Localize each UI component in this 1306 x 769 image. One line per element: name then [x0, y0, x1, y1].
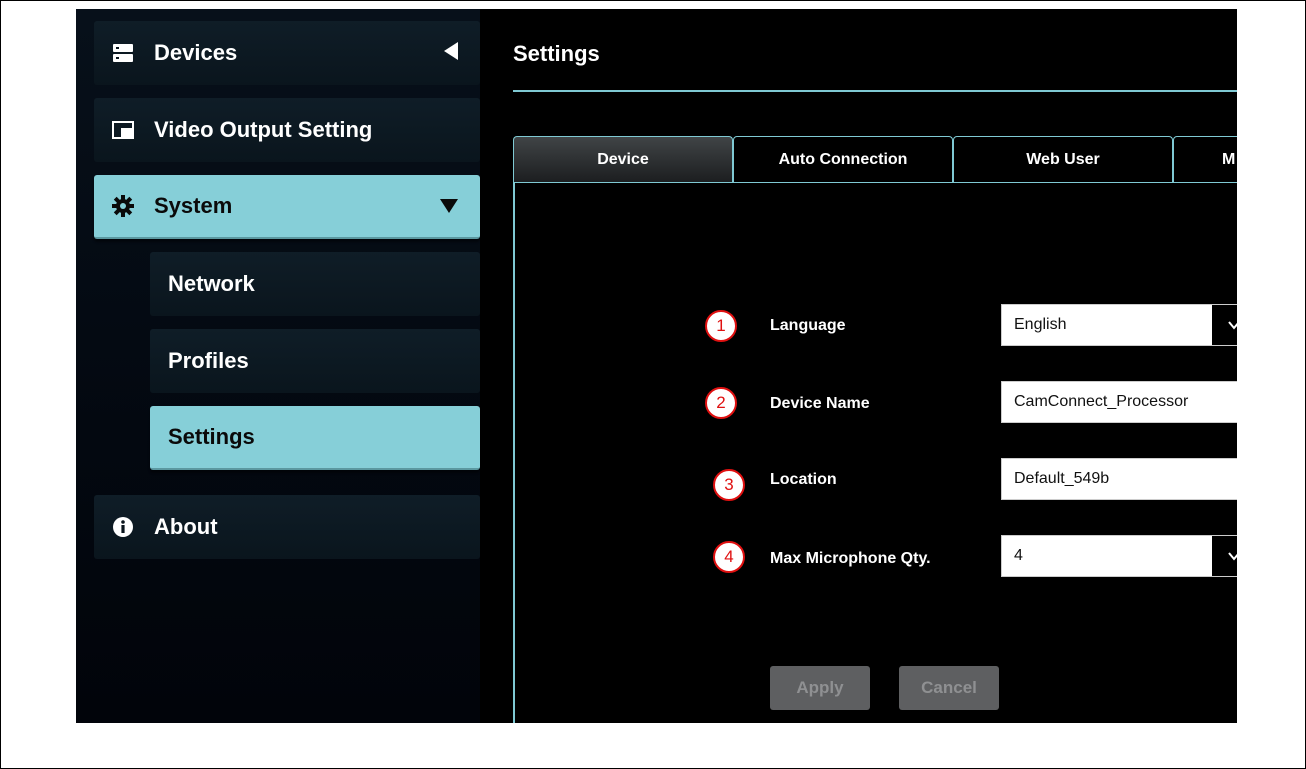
annotation-marker-1: 1 — [705, 310, 737, 342]
sidebar-item-profiles[interactable]: Profiles — [150, 329, 480, 393]
screenshot-frame: Devices Video Output Setting System Netw… — [0, 0, 1306, 769]
max-microphone-qty-select[interactable]: 4 — [1001, 535, 1237, 577]
tab-device[interactable]: Device — [513, 136, 733, 182]
sidebar-item-label: System — [154, 193, 233, 218]
sidebar-item-label: Settings — [168, 424, 255, 449]
gear-icon — [112, 195, 134, 217]
location-input[interactable]: Default_549b — [1001, 458, 1237, 500]
page-title: Settings — [513, 41, 600, 66]
annotation-marker-3: 3 — [713, 469, 745, 501]
caret-down-icon — [440, 193, 458, 219]
language-select[interactable]: English — [1001, 304, 1237, 346]
caret-left-icon — [444, 40, 458, 66]
sidebar-item-settings[interactable]: Settings — [150, 406, 480, 470]
app-window: Devices Video Output Setting System Netw… — [76, 9, 1237, 723]
sidebar-item-network[interactable]: Network — [150, 252, 480, 316]
main-content: Settings Device Auto Connection Web User… — [480, 9, 1237, 723]
device-name-label: Device Name — [770, 395, 870, 412]
info-icon — [112, 516, 134, 538]
annotation-marker-4: 4 — [713, 541, 745, 573]
language-label: Language — [770, 317, 846, 334]
sidebar-item-video-output-setting[interactable]: Video Output Setting — [94, 98, 480, 162]
tab-auto-connection[interactable]: Auto Connection — [733, 136, 953, 182]
tab-bar: Device Auto Connection Web User M — [513, 136, 1237, 182]
title-divider — [513, 90, 1237, 92]
sidebar-item-label: About — [154, 514, 218, 539]
apply-button[interactable]: Apply — [770, 666, 870, 710]
location-label: Location — [770, 471, 837, 488]
sidebar: Devices Video Output Setting System Netw… — [76, 9, 480, 723]
max-microphone-qty-label: Max Microphone Qty. — [770, 550, 931, 567]
server-icon — [112, 42, 134, 64]
annotation-marker-2: 2 — [705, 387, 737, 419]
sidebar-item-label: Video Output Setting — [154, 117, 373, 142]
chevron-down-icon[interactable] — [1212, 305, 1237, 345]
cancel-button[interactable]: Cancel — [899, 666, 999, 710]
picture-in-picture-icon — [112, 119, 134, 141]
sidebar-item-about[interactable]: About — [94, 495, 480, 559]
sidebar-item-label: Devices — [154, 40, 238, 65]
sidebar-item-label: Profiles — [168, 348, 249, 373]
device-name-input[interactable]: CamConnect_Processor — [1001, 381, 1237, 423]
device-settings-panel — [513, 182, 1237, 723]
tab-web-user[interactable]: Web User — [953, 136, 1173, 182]
tab-m[interactable]: M — [1173, 136, 1237, 182]
chevron-down-icon[interactable] — [1212, 536, 1237, 576]
sidebar-item-devices[interactable]: Devices — [94, 21, 480, 85]
sidebar-item-system[interactable]: System — [94, 175, 480, 239]
sidebar-item-label: Network — [168, 271, 255, 296]
